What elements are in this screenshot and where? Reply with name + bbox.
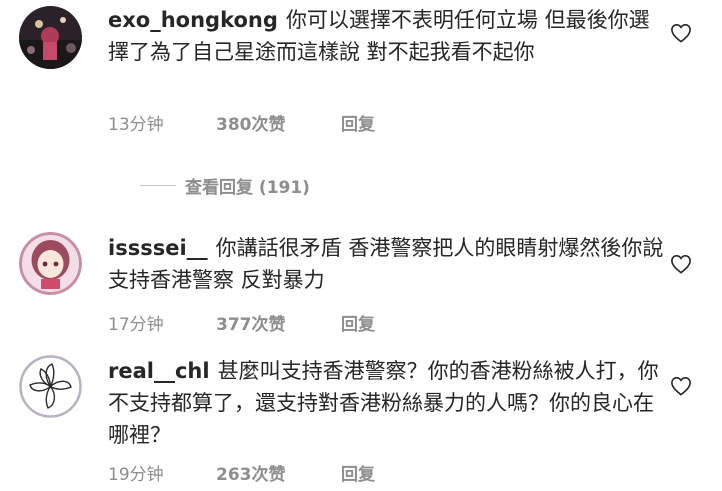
comment-meta: 19分钟 263次赞 回复 (108, 460, 375, 485)
comment-username[interactable]: exo_hongkong (108, 8, 278, 32)
heart-outline-icon[interactable] (670, 23, 692, 43)
comment-time: 19分钟 (108, 465, 164, 485)
heart-outline-icon[interactable] (670, 254, 692, 274)
comment-time: 17分钟 (108, 315, 164, 335)
comment-meta: 17分钟 377次赞 回复 (108, 310, 375, 335)
avatar[interactable] (19, 232, 82, 295)
reply-button[interactable]: 回复 (341, 310, 375, 335)
avatar[interactable] (19, 355, 82, 418)
heart-outline-icon[interactable] (670, 376, 692, 396)
comment-username[interactable]: real__chl (108, 359, 210, 383)
reply-button[interactable]: 回复 (341, 110, 375, 135)
comment-meta: 13分钟 380次赞 回复 (108, 110, 375, 135)
avatar-dark-photo-icon (19, 6, 82, 69)
comment-body: real__chl 甚麼叫支持香港警察？你的香港粉絲被人打，你不支持都算了，還支持… (108, 355, 668, 451)
comment-username[interactable]: issssei__ (108, 236, 208, 260)
avatar-bauhinia-flower-icon (19, 355, 82, 418)
reply-button[interactable]: 回复 (341, 460, 375, 485)
avatar[interactable] (19, 6, 82, 69)
divider-line (140, 184, 176, 186)
comment-body: issssei__ 你講話很矛盾 香港警察把人的眼睛射爆然後你說支持香港警察 反對… (108, 232, 668, 296)
avatar-anime-girl-icon (19, 232, 82, 295)
view-replies-button[interactable]: 查看回复 (191) (140, 174, 310, 198)
comment-time: 13分钟 (108, 115, 164, 135)
view-replies-label: 查看回复 (191) (185, 177, 310, 198)
comment-likes[interactable]: 263次赞 (216, 460, 341, 485)
comment-likes[interactable]: 377次赞 (216, 310, 341, 335)
comment-likes[interactable]: 380次赞 (216, 110, 341, 135)
comment-body: exo_hongkong 你可以選擇不表明任何立場 但最後你選擇了為了自己星途而這… (108, 4, 668, 68)
